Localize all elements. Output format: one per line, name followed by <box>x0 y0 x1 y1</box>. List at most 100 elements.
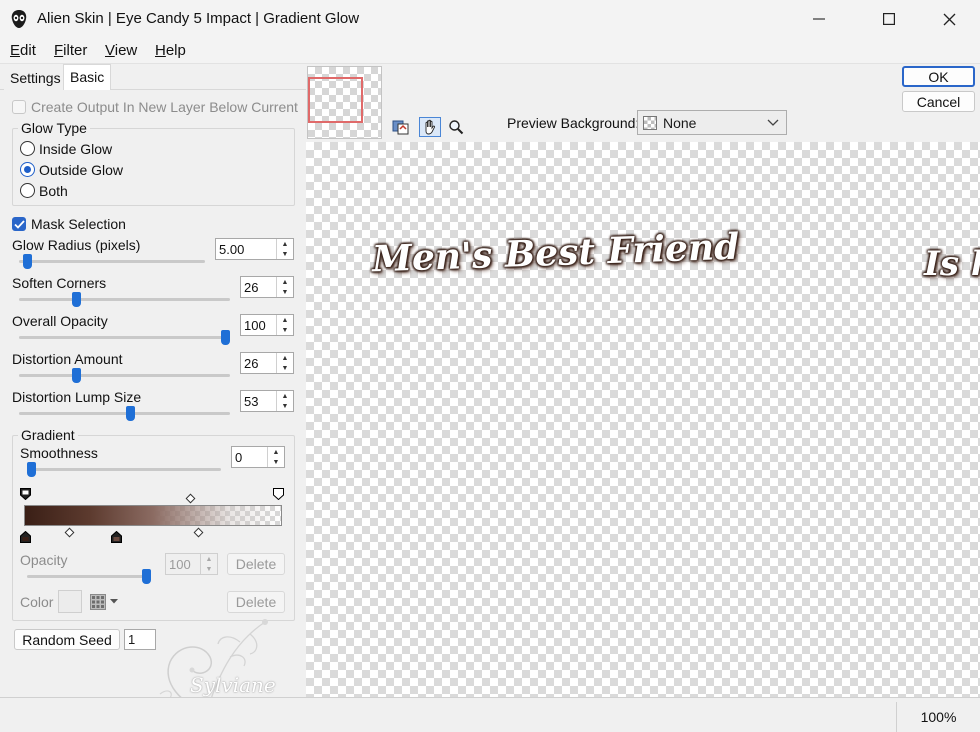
smoothness-value[interactable]: 0 <box>232 447 267 467</box>
navigator-view-frame[interactable] <box>308 77 363 123</box>
smoothness-slider-track[interactable] <box>27 468 221 471</box>
glow-radius-input[interactable]: 5.00 ▲ ▼ <box>215 238 294 260</box>
soften-corners-label: Soften Corners <box>12 275 107 291</box>
opacity-stop-icon <box>273 488 284 501</box>
maximize-icon <box>883 13 895 25</box>
create-output-checkbox[interactable] <box>12 100 26 114</box>
random-seed-button[interactable]: Random Seed <box>14 629 120 650</box>
gradient-color-label: Color <box>20 594 54 610</box>
smoothness-stepper[interactable]: ▲ ▼ <box>267 447 284 467</box>
soften-corners-value[interactable]: 26 <box>241 277 276 297</box>
spin-up-icon[interactable]: ▲ <box>268 447 284 457</box>
spin-up-icon[interactable]: ▲ <box>277 239 293 249</box>
glow-radius-slider-thumb[interactable] <box>22 254 32 269</box>
color-grid-icon <box>90 593 106 610</box>
ok-button[interactable]: OK <box>902 66 975 87</box>
checkmark-icon <box>13 219 25 229</box>
preview-background-select[interactable]: None <box>637 110 787 135</box>
spin-up-icon[interactable]: ▲ <box>277 315 293 325</box>
preview-background-value: None <box>663 114 697 131</box>
opacity-stop-right[interactable] <box>273 488 284 501</box>
gradient-opacity-slider-track[interactable] <box>27 575 151 578</box>
gradient-opacity-input[interactable]: 100 ▲ ▼ <box>165 553 218 575</box>
glow-radius-stepper[interactable]: ▲ ▼ <box>276 239 293 259</box>
distortion-amount-value[interactable]: 26 <box>241 353 276 373</box>
menu-edit-mnemonic: E <box>10 42 21 59</box>
spin-up-icon[interactable]: ▲ <box>277 277 293 287</box>
opacity-stop-left[interactable] <box>20 488 31 501</box>
distortion-lump-slider-thumb[interactable] <box>126 406 136 421</box>
color-stop-middle[interactable] <box>111 530 122 543</box>
menu-filter-mnemonic: F <box>54 42 64 59</box>
tab-basic[interactable]: Basic <box>63 64 112 90</box>
spin-down-icon[interactable]: ▼ <box>277 401 293 411</box>
distortion-amount-stepper[interactable]: ▲ ▼ <box>276 353 293 373</box>
cancel-button[interactable]: Cancel <box>902 91 975 112</box>
hand-tool-button[interactable] <box>419 117 441 137</box>
window-title: Alien Skin | Eye Candy 5 Impact | Gradie… <box>37 10 360 27</box>
soften-corners-stepper[interactable]: ▲ ▼ <box>276 277 293 297</box>
color-picker-dropdown[interactable] <box>87 590 127 613</box>
close-window-button[interactable] <box>926 0 972 38</box>
gradient-opacity-stepper[interactable]: ▲ ▼ <box>200 554 217 574</box>
menu-filter[interactable]: Filter <box>54 42 87 59</box>
color-stop-left[interactable] <box>20 530 31 543</box>
spin-down-icon[interactable]: ▼ <box>277 287 293 297</box>
color-swatch[interactable] <box>58 590 82 613</box>
zoom-tool-button[interactable] <box>445 117 467 137</box>
maximize-button[interactable] <box>866 0 912 38</box>
spin-down-icon[interactable]: ▼ <box>277 325 293 335</box>
mask-selection-checkbox[interactable] <box>12 217 26 231</box>
spin-up-icon[interactable]: ▲ <box>201 554 217 564</box>
overall-opacity-stepper[interactable]: ▲ ▼ <box>276 315 293 335</box>
inside-glow-radio[interactable] <box>20 141 35 156</box>
menu-filter-label: ilter <box>63 42 88 59</box>
overall-opacity-slider-track[interactable] <box>19 336 230 339</box>
minimize-button[interactable] <box>796 0 842 38</box>
gradient-opacity-slider-thumb[interactable] <box>142 569 151 584</box>
distortion-lump-slider-track[interactable] <box>19 412 230 415</box>
spin-down-icon[interactable]: ▼ <box>277 249 293 259</box>
close-icon <box>943 13 955 25</box>
soften-corners-input[interactable]: 26 ▲ ▼ <box>240 276 294 298</box>
tab-settings[interactable]: Settings <box>4 66 67 90</box>
gradient-bar[interactable] <box>24 505 282 526</box>
zoom-level: 100% <box>896 702 980 732</box>
spin-down-icon[interactable]: ▼ <box>201 564 217 574</box>
spin-up-icon[interactable]: ▲ <box>277 353 293 363</box>
overall-opacity-slider-thumb[interactable] <box>221 330 230 345</box>
outside-glow-label: Outside Glow <box>39 162 124 178</box>
soften-corners-slider-thumb[interactable] <box>71 292 81 307</box>
spin-down-icon[interactable]: ▼ <box>277 363 293 373</box>
menu-view[interactable]: View <box>105 42 137 59</box>
smoothness-input[interactable]: 0 ▲ ▼ <box>231 446 285 468</box>
glow-radius-label: Glow Radius (pixels) <box>12 237 141 253</box>
delete-color-stop-button[interactable]: Delete <box>227 591 285 613</box>
glow-radius-value[interactable]: 5.00 <box>216 239 276 259</box>
before-after-toggle-button[interactable] <box>390 117 412 137</box>
overall-opacity-input[interactable]: 100 ▲ ▼ <box>240 314 294 336</box>
smoothness-slider-thumb[interactable] <box>27 462 36 477</box>
distortion-lump-value[interactable]: 53 <box>241 391 276 411</box>
distortion-amount-slider-track[interactable] <box>19 374 230 377</box>
chevron-down-icon <box>767 119 779 126</box>
hand-icon <box>425 119 435 135</box>
both-radio[interactable] <box>20 183 35 198</box>
overall-opacity-value[interactable]: 100 <box>241 315 276 335</box>
spin-up-icon[interactable]: ▲ <box>277 391 293 401</box>
color-stop-icon <box>20 530 31 543</box>
delete-opacity-stop-button[interactable]: Delete <box>227 553 285 575</box>
outside-glow-radio[interactable] <box>20 162 35 177</box>
preview-canvas[interactable]: Men's Best Friend Is h <box>306 142 980 697</box>
gradient-opacity-value[interactable]: 100 <box>166 554 200 574</box>
menu-edit[interactable]: Edit <box>10 42 36 59</box>
preview-text-partial: Is h <box>924 244 980 284</box>
distortion-amount-slider-thumb[interactable] <box>71 368 81 383</box>
glow-radius-slider-track[interactable] <box>19 260 205 263</box>
spin-down-icon[interactable]: ▼ <box>268 457 284 467</box>
soften-corners-slider-track[interactable] <box>19 298 230 301</box>
distortion-lump-stepper[interactable]: ▲ ▼ <box>276 391 293 411</box>
menu-help[interactable]: Help <box>155 42 186 59</box>
distortion-lump-input[interactable]: 53 ▲ ▼ <box>240 390 294 412</box>
distortion-amount-input[interactable]: 26 ▲ ▼ <box>240 352 294 374</box>
